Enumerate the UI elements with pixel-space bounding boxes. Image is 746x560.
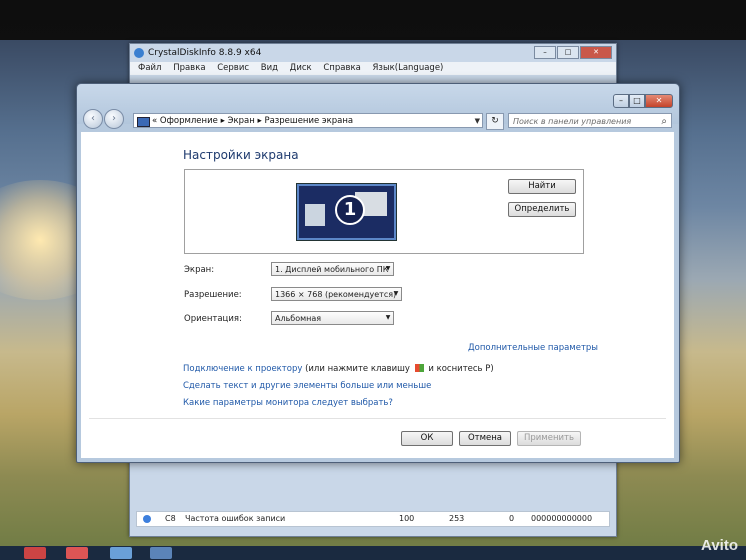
apply-button[interactable]: Применить xyxy=(517,431,581,446)
resolution-select[interactable]: 1366 × 768 (рекомендуется) ▼ xyxy=(271,287,402,301)
taskbar-app-icon[interactable] xyxy=(66,547,88,559)
identify-button[interactable]: Определить xyxy=(508,202,576,217)
projector-text-end: и коснитесь P) xyxy=(428,364,494,374)
crystaldiskinfo-icon xyxy=(134,48,144,58)
control-panel-icon xyxy=(137,117,150,127)
screen-select-value: 1. Дисплей мобильного ПК xyxy=(275,265,389,274)
advanced-settings-link[interactable]: Дополнительные параметры xyxy=(468,343,598,353)
which-settings-link[interactable]: Какие параметры монитора следует выбрать… xyxy=(183,398,393,408)
avito-watermark: Avito xyxy=(701,537,738,554)
cdi-titlebar[interactable]: CrystalDiskInfo 8.8.9 x64 – □ ✕ xyxy=(130,44,616,62)
menu-language[interactable]: Язык(Language) xyxy=(373,63,444,73)
maximize-icon[interactable]: □ xyxy=(557,46,579,59)
status-dot-icon xyxy=(143,515,151,523)
menu-view[interactable]: Вид xyxy=(261,63,278,73)
resolution-label: Разрешение: xyxy=(184,290,242,300)
search-icon[interactable]: ⌕ xyxy=(661,114,667,129)
attr-current: 100 xyxy=(399,514,415,523)
taskbar-app-icon[interactable] xyxy=(24,547,46,559)
cdi-window-controls: – □ ✕ xyxy=(534,46,612,59)
divider xyxy=(89,418,666,419)
search-input[interactable]: Поиск в панели управления ⌕ xyxy=(508,113,672,128)
attr-worst: 253 xyxy=(449,514,465,523)
resolution-select-value: 1366 × 768 (рекомендуется) xyxy=(275,290,397,299)
orientation-select-value: Альбомная xyxy=(275,314,322,323)
projector-text: (или нажмите клавишу xyxy=(305,364,410,374)
close-icon[interactable]: ✕ xyxy=(645,94,673,108)
ok-button[interactable]: ОК xyxy=(401,431,453,446)
breadcrumb-resolution[interactable]: Разрешение экрана xyxy=(264,116,353,126)
screen-resolution-window[interactable]: – □ ✕ ‹ › « Оформление ▸ Экран ▸ Разреше… xyxy=(76,83,680,463)
forward-arrow-icon[interactable]: › xyxy=(104,109,124,129)
attr-id: C8 xyxy=(165,514,176,523)
window-controls: – □ ✕ xyxy=(613,94,673,108)
menu-disk[interactable]: Диск xyxy=(290,63,312,73)
breadcrumb-appearance[interactable]: Оформление xyxy=(160,116,218,126)
windows-key-icon xyxy=(414,364,424,372)
chevron-down-icon: ▼ xyxy=(393,290,399,297)
projector-link[interactable]: Подключение к проектору xyxy=(183,364,302,374)
screen-select[interactable]: 1. Дисплей мобильного ПК ▼ xyxy=(271,262,394,276)
attr-raw: 000000000000 xyxy=(531,514,593,523)
back-arrow-icon[interactable]: ‹ xyxy=(83,109,103,129)
attr-name: Частота ошибок записи xyxy=(185,514,286,523)
menu-help[interactable]: Справка xyxy=(323,63,360,73)
taskbar-app-icon[interactable] xyxy=(150,547,172,559)
chevron-down-icon: ▼ xyxy=(385,314,391,321)
orientation-select[interactable]: Альбомная ▼ xyxy=(271,311,394,325)
page-title: Настройки экрана xyxy=(183,148,299,162)
refresh-icon[interactable]: ↻ xyxy=(486,113,504,130)
menu-service[interactable]: Сервис xyxy=(217,63,249,73)
table-row[interactable]: C8 Частота ошибок записи 100 253 0 00000… xyxy=(136,511,610,527)
monitor-1-thumbnail[interactable]: 1 xyxy=(297,184,396,240)
screen-label: Экран: xyxy=(184,265,215,275)
taskbar-app-icon[interactable] xyxy=(110,547,132,559)
search-placeholder: Поиск в панели управления xyxy=(513,117,632,126)
address-bar[interactable]: « Оформление ▸ Экран ▸ Разрешение экрана… xyxy=(133,113,483,128)
chevron-down-icon: ▼ xyxy=(385,265,391,272)
attr-threshold: 0 xyxy=(509,514,515,523)
minimize-icon[interactable]: – xyxy=(613,94,629,108)
cancel-button[interactable]: Отмена xyxy=(459,431,511,446)
display-preview: 1 Найти Определить xyxy=(184,169,584,254)
menu-file[interactable]: Файл xyxy=(138,63,161,73)
menu-edit[interactable]: Правка xyxy=(173,63,205,73)
orientation-label: Ориентация: xyxy=(184,314,242,324)
cdi-title: CrystalDiskInfo 8.8.9 x64 xyxy=(148,48,262,58)
taskbar xyxy=(0,546,746,560)
chevron-down-icon[interactable]: ▼ xyxy=(475,114,480,129)
breadcrumb-display[interactable]: Экран xyxy=(228,116,255,126)
projector-line: Подключение к проектору (или нажмите кла… xyxy=(183,364,494,374)
find-button[interactable]: Найти xyxy=(508,179,576,194)
cdi-menubar: Файл Правка Сервис Вид Диск Справка Язык… xyxy=(130,62,616,75)
text-size-link[interactable]: Сделать текст и другие элементы больше и… xyxy=(183,381,431,391)
close-icon[interactable]: ✕ xyxy=(580,46,612,59)
maximize-icon[interactable]: □ xyxy=(629,94,645,108)
monitor-number: 1 xyxy=(335,195,365,225)
minimize-icon[interactable]: – xyxy=(534,46,556,59)
breadcrumb-overflow[interactable]: « xyxy=(152,116,157,126)
content-pane: Настройки экрана 1 Найти Определить Экра… xyxy=(81,132,674,458)
